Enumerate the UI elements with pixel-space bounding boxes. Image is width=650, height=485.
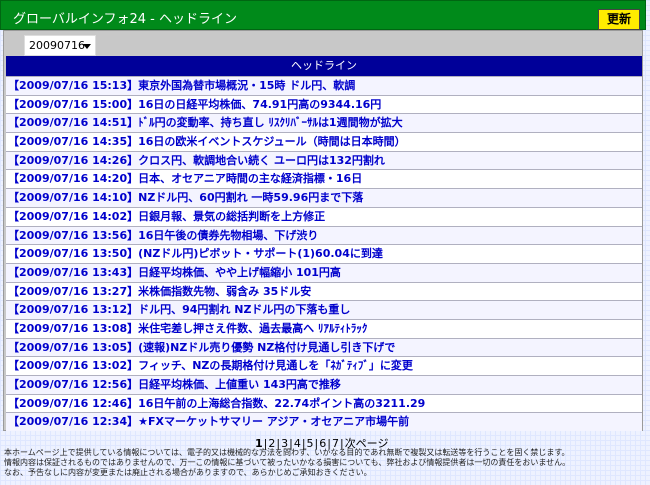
list-header: ヘッドライン: [6, 56, 642, 76]
app-title: グローバルインフォ24 - ヘッドライン: [13, 12, 237, 27]
headline-item[interactable]: 【2009/07/16 12:34】★FXマーケットサマリー アジア・オセアニア…: [6, 412, 642, 432]
disclaimer-line: 情報内容は保証されるものではありませんので、万一この情報に基づいて被ったいかなる…: [4, 458, 571, 467]
headline-item[interactable]: 【2009/07/16 14:26】クロス円、軟調地合い続く ユーロ円は132円…: [6, 150, 642, 170]
headline-item[interactable]: 【2009/07/16 14:35】16日の欧米イベントスケジュール（時間は日本…: [6, 132, 642, 151]
chevron-down-icon: [83, 44, 91, 49]
headline-item[interactable]: 【2009/07/16 13:02】フィッチ、NZの長期格付け見通しを「ﾈｶﾞﾃ…: [6, 356, 642, 375]
date-select-value: 20090716: [29, 39, 85, 52]
headline-panel: 20090716 ヘッドライン 【2009/07/16 15:13】東京外国為替…: [3, 30, 643, 432]
headline-item[interactable]: 【2009/07/16 14:51】ﾄﾞﾙ円の変動率、持ち直し ﾘｽｸﾘﾊﾞｰｻ…: [6, 113, 642, 133]
headline-item[interactable]: 【2009/07/16 14:02】日銀月報、景気の総括判断を上方修正: [6, 206, 642, 226]
headline-item[interactable]: 【2009/07/16 13:08】米住宅差し押さえ件数、過去最高へ ﾘｱﾙﾃｨ…: [6, 318, 642, 338]
headline-list: 【2009/07/16 15:13】東京外国為替市場概況・15時 ドル円、軟調 …: [6, 76, 642, 432]
headline-item[interactable]: 【2009/07/16 14:10】NZドル円、60円割れ 一時59.96円まで…: [6, 188, 642, 207]
headline-item[interactable]: 【2009/07/16 12:56】日経平均株価、上値重い 143円高で推移: [6, 375, 642, 394]
header-bar: グローバルインフォ24 - ヘッドライン 更新: [0, 0, 646, 30]
headline-item[interactable]: 【2009/07/16 15:13】東京外国為替市場概況・15時 ドル円、軟調: [6, 76, 642, 95]
disclaimer: 本ホームページ上で提供している情報については、電子的又は機械的な方法を問わず、い…: [4, 448, 644, 478]
headline-item[interactable]: 【2009/07/16 12:46】16日午前の上海総合指数、22.74ポイント…: [6, 393, 642, 413]
headline-item[interactable]: 【2009/07/16 13:12】ドル円、94円割れ NZドル円の下落も重し: [6, 300, 642, 319]
headline-item[interactable]: 【2009/07/16 15:00】16日の日経平均株価、74.91円高の934…: [6, 94, 642, 114]
disclaimer-line: なお、予告なしに内容が変更または廃止される場合がありますので、あらかじめご承知お…: [4, 468, 372, 477]
refresh-button[interactable]: 更新: [598, 9, 640, 30]
headline-item[interactable]: 【2009/07/16 14:20】日本、オセアニア時間の主な経済指標・16日: [6, 169, 642, 189]
headline-item[interactable]: 【2009/07/16 13:05】(速報)NZドル売り優勢 NZ格付け見通し引…: [6, 337, 642, 357]
headline-item[interactable]: 【2009/07/16 13:43】日経平均株価、やや上げ幅縮小 101円高: [6, 262, 642, 282]
headline-item[interactable]: 【2009/07/16 13:27】米株価指数先物、弱含み 35ドル安: [6, 281, 642, 301]
headline-item[interactable]: 【2009/07/16 13:56】16日午後の債券先物相場、下げ渋り: [6, 225, 642, 245]
headline-item[interactable]: 【2009/07/16 13:50】(NZドル円)ピボット・サポート(1)60.…: [6, 244, 642, 263]
disclaimer-line: 本ホームページ上で提供している情報については、電子的又は機械的な方法を問わず、い…: [4, 448, 570, 457]
date-select[interactable]: 20090716: [24, 35, 96, 56]
